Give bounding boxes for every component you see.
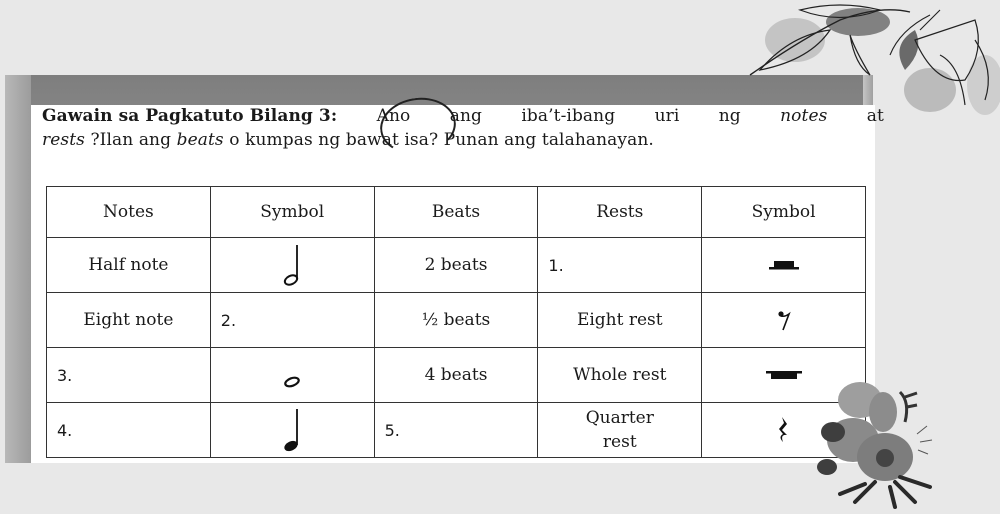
half-note-icon [284,245,299,286]
rest-blank-1[interactable]: 1. [537,237,703,293]
instr-text: ?Ilan ang [84,130,177,150]
instr-word: ang [449,106,483,126]
whole-rest-icon [765,371,802,379]
rest-name: Quarter rest [537,402,703,458]
header-rests: Rests [537,186,703,238]
instr-word: Ano [376,106,411,126]
header-note-symbol: Symbol [209,186,375,238]
note-symbol-blank-2[interactable]: 2. [209,292,375,348]
table-header-row: Notes Symbol Beats Rests Symbol [46,186,866,238]
instr-word: uri [654,106,680,126]
beats-value: ½ beats [373,292,539,348]
instr-word: at [866,106,884,126]
beats-blank-5[interactable]: 5. [373,402,539,458]
rest-name: Whole rest [537,347,703,403]
note-symbol-cell [209,237,375,293]
rest-name-line2: rest [602,432,637,452]
quarter-rest-icon [778,417,787,442]
instr-word-notes: notes [780,106,828,126]
table-row: Half note 2 beats 1. [46,237,866,293]
instr-word-rests: rests [42,130,85,150]
note-symbol-cell [209,402,375,458]
eighth-rest-icon [777,311,791,331]
whole-note-icon [284,376,300,388]
instr-word-beats: beats [176,130,224,150]
floral-decoration-bottom-icon [817,382,933,509]
note-symbol-cell [209,347,375,403]
note-name-blank-3[interactable]: 3. [46,347,211,403]
header-beats: Beats [373,186,539,238]
instructions-line-1: Gawain sa Pagkatuto Bilang 3: Ano ang ib… [42,104,884,128]
header-notes: Notes [46,186,211,238]
rest-name: Eight rest [537,292,703,348]
beats-value: 2 beats [373,237,539,293]
note-name: Half note [46,237,211,293]
instructions-line-2: rests ?Ilan ang beats o kumpas ng bawat … [42,128,884,152]
quarter-note-icon [284,409,299,452]
table-row: 3. 4 beats Whole rest [46,347,866,403]
rest-symbol-cell [701,292,866,348]
instr-word: iba’t-ibang [521,106,616,126]
activity-instructions: Gawain sa Pagkatuto Bilang 3: Ano ang ib… [42,104,884,152]
instr-word: ng [718,106,741,126]
table-row: Eight note 2. ½ beats Eight rest [46,292,866,348]
note-name: Eight note [46,292,211,348]
notes-rests-table: Notes Symbol Beats Rests Symbol Half not… [46,186,866,458]
half-rest-icon [768,261,799,270]
instr-text: o kumpas ng bawat isa? Punan ang talahan… [223,130,654,150]
rest-name-line1: Quarter [585,408,654,428]
note-name-blank-4[interactable]: 4. [46,402,211,458]
rest-symbol-cell [701,237,866,293]
beats-value: 4 beats [373,347,539,403]
table-row: 4. 5. Quarter rest [46,402,866,458]
activity-title: Gawain sa Pagkatuto Bilang 3: [42,106,338,126]
frame-left-edge [5,75,31,463]
header-rest-symbol: Symbol [701,186,866,238]
